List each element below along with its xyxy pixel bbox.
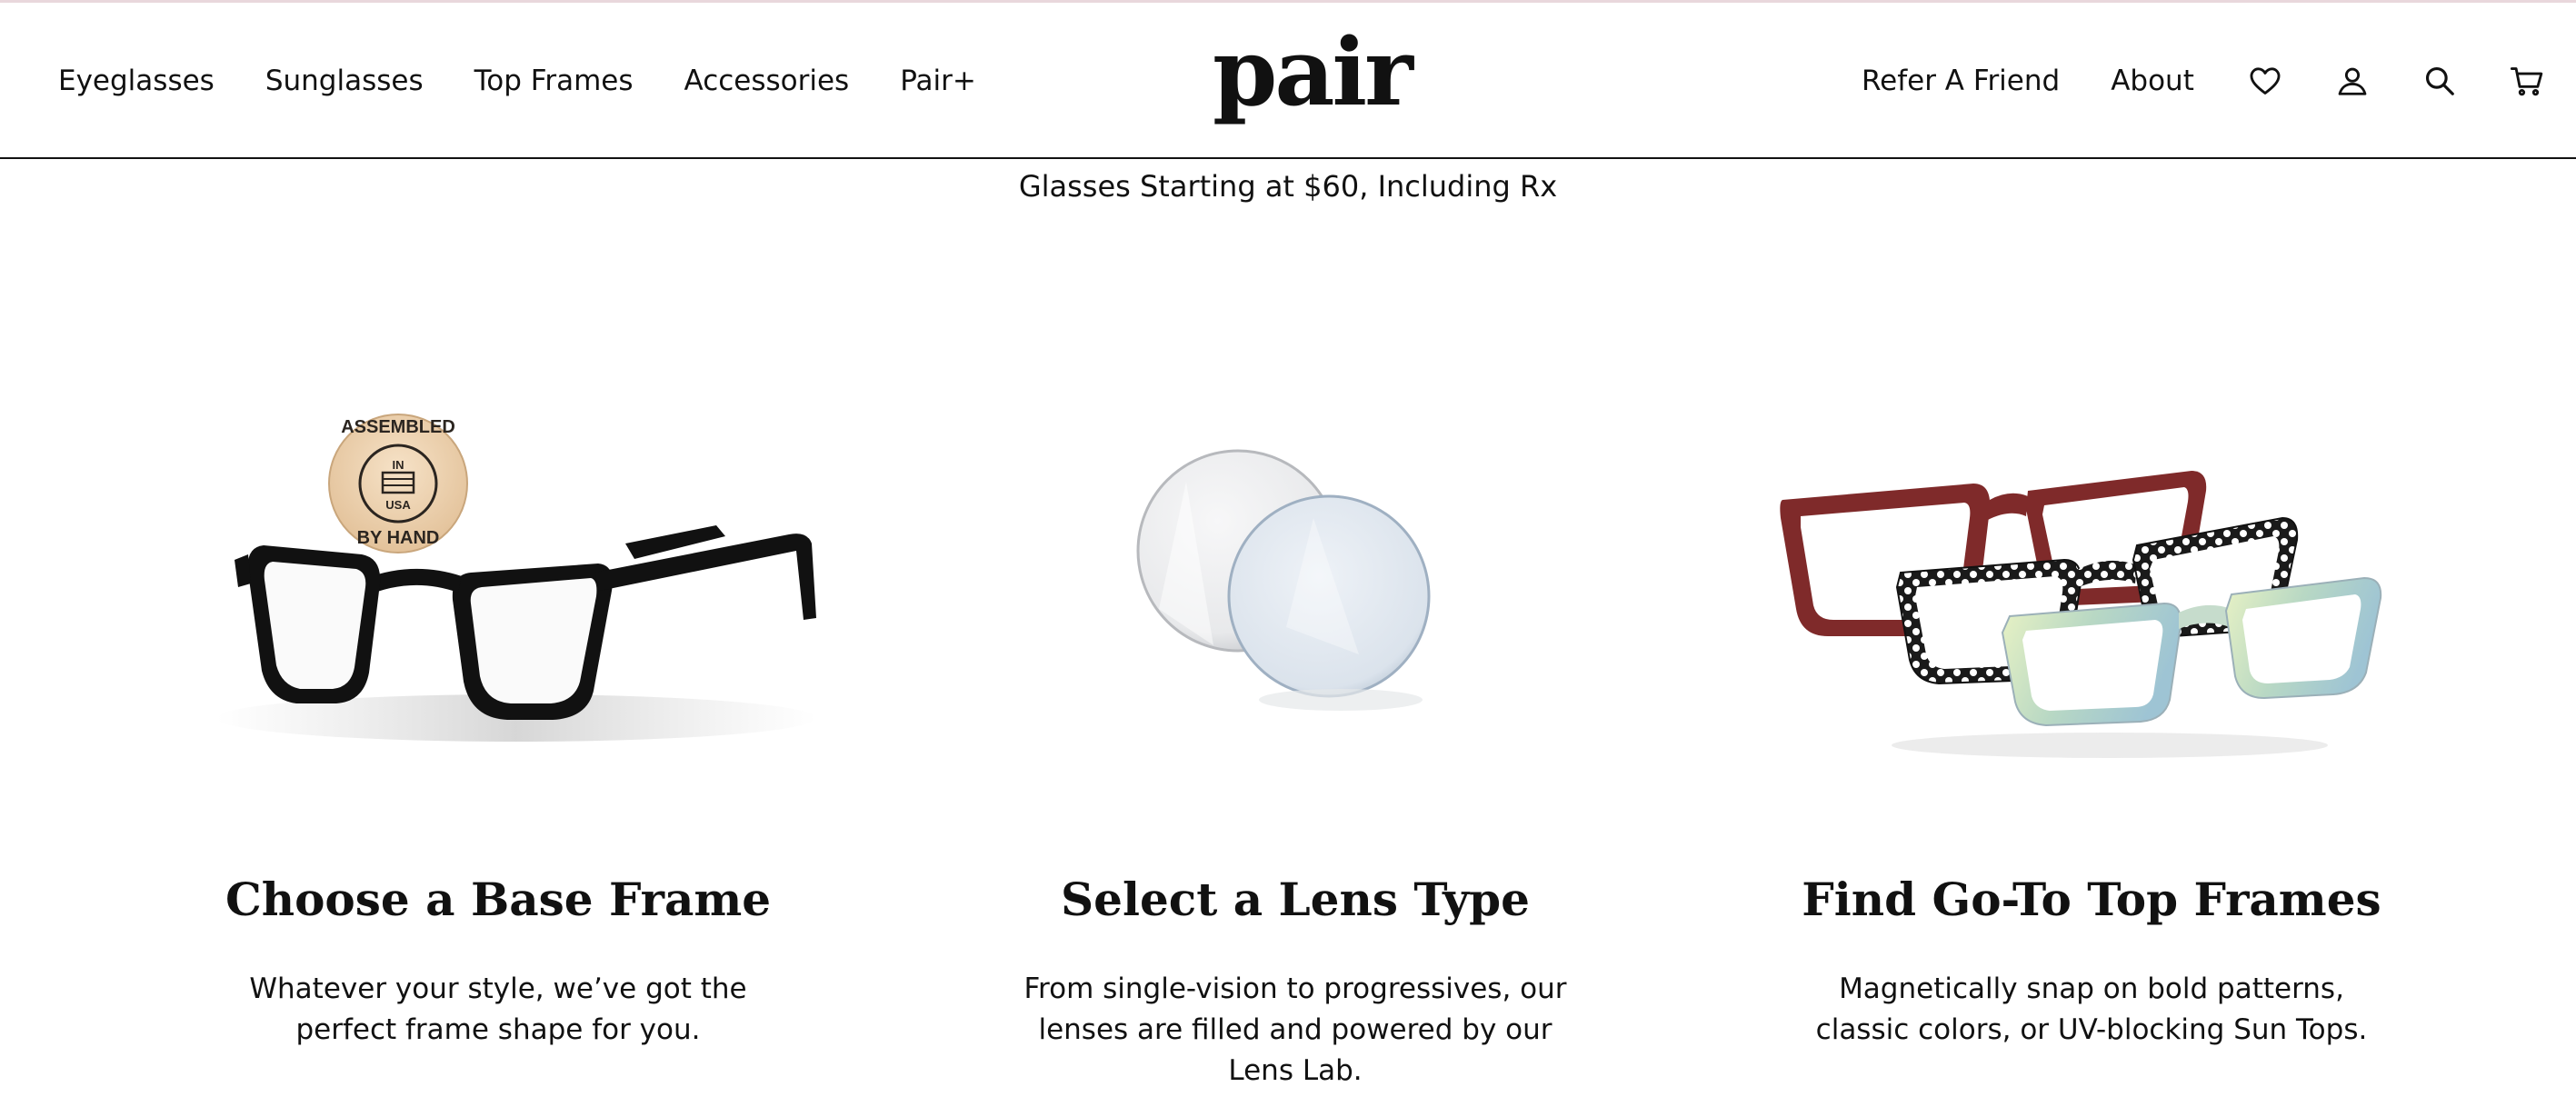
badge-text-in: IN <box>393 458 404 472</box>
nav-accessories[interactable]: Accessories <box>684 65 850 97</box>
secondary-nav: Refer A Friend About <box>1862 3 2547 159</box>
badge-text-top: ASSEMBLED <box>341 417 455 437</box>
nav-top-frames[interactable]: Top Frames <box>474 65 634 97</box>
site-header: Eyeglasses Sunglasses Top Frames Accesso… <box>0 3 2576 159</box>
feature-title: Select a Lens Type <box>1061 873 1530 926</box>
nav-pair-plus[interactable]: Pair+ <box>900 65 976 97</box>
nav-sunglasses[interactable]: Sunglasses <box>265 65 424 97</box>
assembled-badge: ASSEMBLED IN USA BY HAND <box>328 414 468 554</box>
cart-icon[interactable] <box>2507 61 2547 101</box>
top-frames-illustration <box>1780 471 2382 758</box>
primary-nav: Eyeglasses Sunglasses Top Frames Accesso… <box>58 3 1027 159</box>
feature-top-frames: Find Go-To Top Frames Magnetically snap … <box>1682 382 2501 1046</box>
feature-base-frame: ASSEMBLED IN USA BY HAND Choose a Base F… <box>89 382 907 1046</box>
base-frame-image: ASSEMBLED IN USA BY HAND <box>89 382 907 782</box>
black-glasses-illustration: ASSEMBLED IN USA BY HAND <box>216 414 816 742</box>
nav-about[interactable]: About <box>2111 65 2194 97</box>
heart-icon[interactable] <box>2245 61 2285 101</box>
badge-text-bottom: BY HAND <box>357 528 440 548</box>
black-frame-glasses <box>235 525 816 720</box>
feature-title: Find Go-To Top Frames <box>1802 873 2381 926</box>
top-frames-image <box>1682 382 2501 782</box>
nav-eyeglasses[interactable]: Eyeglasses <box>58 65 215 97</box>
feature-lens-type: Select a Lens Type From single-vision to… <box>886 382 1704 1087</box>
lenses-illustration <box>1136 449 1431 711</box>
account-icon[interactable] <box>2332 61 2372 101</box>
search-icon[interactable] <box>2420 61 2460 101</box>
promo-banner: Glasses Starting at $60, Including Rx <box>1018 169 1558 204</box>
lens-image <box>886 382 1704 782</box>
nav-refer-a-friend[interactable]: Refer A Friend <box>1862 65 2060 97</box>
badge-text-usa: USA <box>385 498 411 512</box>
feature-title: Choose a Base Frame <box>225 873 772 926</box>
feature-description: From single-vision to progressives, our … <box>1023 972 1567 1087</box>
feature-description: Whatever your style, we’ve got the perfe… <box>249 972 747 1046</box>
pair-logo[interactable]: pair <box>1213 23 1413 132</box>
feature-description: Magnetically snap on bold patterns, clas… <box>1815 972 2368 1046</box>
